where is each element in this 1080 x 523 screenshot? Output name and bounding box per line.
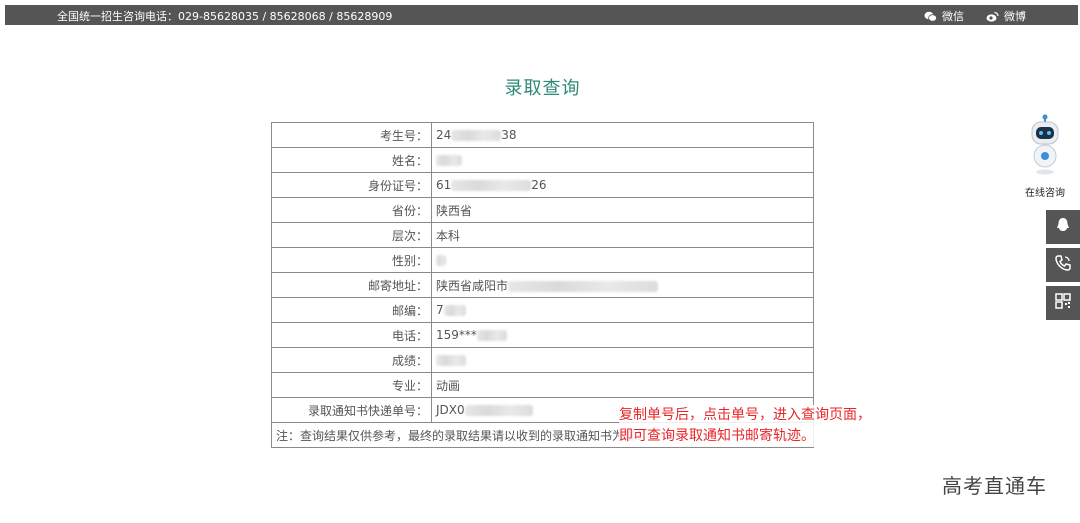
row-label: 姓名： xyxy=(271,147,432,173)
phone-button[interactable] xyxy=(1046,248,1080,282)
robot-icon xyxy=(1025,114,1065,180)
result-row: 姓名： xyxy=(271,147,814,173)
redacted-block xyxy=(508,280,659,292)
row-value xyxy=(431,247,814,273)
social-links: 微信 微博 xyxy=(924,8,1026,24)
redacted-block xyxy=(464,405,533,416)
result-row: 电话： 159*** xyxy=(271,322,814,348)
row-label: 专业： xyxy=(271,372,432,398)
row-value: 动画 xyxy=(431,372,814,398)
redacted-block xyxy=(476,330,507,341)
redacted-block xyxy=(436,155,462,166)
redacted-block xyxy=(443,305,466,316)
redacted-block xyxy=(451,180,532,191)
wechat-link[interactable]: 微信 xyxy=(924,8,964,24)
row-label: 邮寄地址： xyxy=(271,272,432,298)
row-value-text: 动画 xyxy=(436,378,461,393)
result-row: 考生号： 24 38 xyxy=(271,122,814,148)
result-row: 邮寄地址： 陕西省咸阳市 xyxy=(271,272,814,298)
row-value: 陕西省咸阳市 xyxy=(431,272,814,298)
row-label: 电话： xyxy=(271,322,432,348)
online-consult-widget[interactable]: 在线咨询 xyxy=(1022,114,1068,199)
annotation-line-1: 复制单号后，点击单号，进入查询页面， xyxy=(619,407,871,423)
row-value: 159*** xyxy=(431,322,814,348)
watermark-text: 高考直通车 xyxy=(942,474,1047,498)
annotation-line-2: 即可查询录取通知书邮寄轨迹。 xyxy=(619,428,815,444)
qq-button[interactable] xyxy=(1046,210,1080,244)
qrcode-icon xyxy=(1054,292,1072,314)
weibo-label: 微博 xyxy=(1004,10,1026,23)
row-value xyxy=(431,347,814,373)
redacted-block xyxy=(436,255,446,266)
admission-result-table: 考生号： 24 38 姓名： 身份证号： 61 26 省份： 陕西省 层次： 本科 性别： 邮寄地址： 陕… xyxy=(271,122,814,448)
wechat-icon xyxy=(924,11,937,22)
row-value-text: 本科 xyxy=(436,228,461,243)
row-value-text: 7 xyxy=(436,303,444,317)
row-value: 61 26 xyxy=(431,172,814,198)
weibo-link[interactable]: 微博 xyxy=(986,8,1026,24)
result-row: 身份证号： 61 26 xyxy=(271,172,814,198)
row-label: 考生号： xyxy=(271,122,432,148)
online-consult-label: 在线咨询 xyxy=(1025,188,1065,199)
result-row: 成绩： xyxy=(271,347,814,373)
result-row: 邮编： 7 xyxy=(271,297,814,323)
row-label: 性别： xyxy=(271,247,432,273)
redacted-block xyxy=(451,130,502,141)
row-value: 24 38 xyxy=(431,122,814,148)
row-value-text: 61 xyxy=(436,178,452,192)
result-row: 省份： 陕西省 xyxy=(271,197,814,223)
row-value: 本科 xyxy=(431,222,814,248)
row-label: 邮编： xyxy=(271,297,432,323)
row-label: 录取通知书快递单号： xyxy=(271,397,432,423)
row-label: 省份： xyxy=(271,197,432,223)
annotation: 复制单号后，点击单号，进入查询页面， 即可查询录取通知书邮寄轨迹。 xyxy=(619,405,871,447)
row-label: 成绩： xyxy=(271,347,432,373)
hotline-text: 全国统一招生咨询电话：029-85628035 / 85628068 / 856… xyxy=(57,10,393,23)
row-value-text: 159*** xyxy=(436,328,477,342)
redacted-block xyxy=(436,355,466,366)
page-title: 录取查询 xyxy=(504,78,581,99)
wechat-label: 微信 xyxy=(942,10,964,23)
weibo-icon xyxy=(986,11,999,22)
row-label: 层次： xyxy=(271,222,432,248)
row-value xyxy=(431,147,814,173)
phone-icon xyxy=(1054,254,1072,276)
row-value-text: JDX0 xyxy=(436,403,465,417)
qq-icon xyxy=(1054,216,1072,238)
row-value-text: 24 xyxy=(436,128,452,142)
row-value-text: 陕西省 xyxy=(436,203,473,218)
qrcode-button[interactable] xyxy=(1046,286,1080,320)
row-label: 身份证号： xyxy=(271,172,432,198)
result-row: 专业： 动画 xyxy=(271,372,814,398)
row-value-text: 陕西省咸阳市 xyxy=(436,278,509,293)
top-bar: 全国统一招生咨询电话：029-85628035 / 85628068 / 856… xyxy=(5,5,1078,25)
row-value: 陕西省 xyxy=(431,197,814,223)
row-value-tail: 38 xyxy=(501,128,517,142)
result-row: 性别： xyxy=(271,247,814,273)
result-row: 层次： 本科 xyxy=(271,222,814,248)
row-value-tail: 26 xyxy=(531,178,547,192)
row-value: 7 xyxy=(431,297,814,323)
